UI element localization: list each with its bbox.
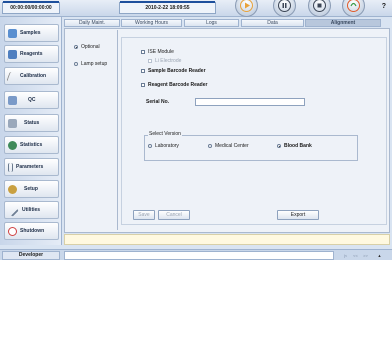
- system-datetime: 2010-2-22 18:09:55: [119, 1, 216, 14]
- sidebar: Samples Reagents Calibration QC Status S…: [0, 17, 62, 245]
- sample-barcode-label: Sample Barcode Reader: [148, 68, 206, 74]
- sidebar-item-label: Reagents: [20, 51, 43, 57]
- serial-no-label: Serial No.: [146, 99, 170, 105]
- li-electrode-checkbox[interactable]: Li Electrode: [148, 58, 181, 64]
- pause-button[interactable]: [273, 0, 296, 17]
- qc-icon: [8, 95, 17, 105]
- optional-label: Optional: [81, 44, 100, 50]
- save-button[interactable]: Save: [133, 210, 155, 220]
- calibration-icon: [6, 71, 19, 81]
- serial-no-input[interactable]: [195, 98, 305, 106]
- reagent-barcode-label: Reagent Barcode Reader: [148, 82, 208, 88]
- top-bar: 00:00:00/00:00:00 2010-2-22 18:09:55 ?: [0, 0, 392, 17]
- parameters-icon: [8, 162, 13, 172]
- sidebar-item-label: Setup: [24, 186, 38, 192]
- stop-button[interactable]: [308, 0, 331, 17]
- medical-center-label: Medical Center: [215, 143, 249, 149]
- sidebar-item-qc[interactable]: QC: [4, 91, 59, 109]
- radio-indicator: [208, 144, 212, 148]
- sidebar-item-utilities[interactable]: Utilities: [4, 201, 59, 219]
- pause-icon: [278, 0, 291, 12]
- sidebar-item-status[interactable]: Status: [4, 114, 59, 132]
- sidebar-item-label: Shutdown: [20, 228, 45, 234]
- radio-indicator: [74, 62, 78, 66]
- setup-icon: [8, 184, 17, 194]
- remaining-time: 00:00:00/00:00:00: [2, 1, 60, 14]
- checkbox-indicator: [141, 83, 145, 87]
- tab-alignment[interactable]: Alignment: [305, 19, 381, 27]
- statistics-icon: [8, 140, 17, 150]
- lamp-setup-radio[interactable]: Lamp setup: [74, 61, 107, 67]
- checkbox-indicator: [141, 69, 145, 73]
- sidebar-item-label: Statistics: [20, 142, 43, 148]
- test-tube-icon: [8, 28, 17, 38]
- emergency-button[interactable]: [342, 0, 365, 17]
- sidebar-item-label: Samples: [20, 30, 41, 36]
- run-button[interactable]: [235, 0, 258, 17]
- tab-data[interactable]: Data: [241, 19, 304, 27]
- status-bar: Developer |< << >> ▲: [0, 249, 392, 260]
- li-electrode-label: Li Electrode: [155, 58, 182, 64]
- play-icon: [240, 0, 253, 12]
- utilities-icon: [6, 203, 19, 217]
- message-strip: [64, 234, 390, 245]
- cancel-button[interactable]: Cancel: [158, 210, 190, 220]
- sidebar-item-setup[interactable]: Setup: [4, 180, 59, 198]
- lamp-setup-label: Lamp setup: [81, 61, 108, 67]
- sidebar-item-parameters[interactable]: Parameters: [4, 158, 59, 176]
- sidebar-item-statistics[interactable]: Statistics: [4, 136, 59, 154]
- tab-working-hours[interactable]: Working Hours: [121, 19, 182, 27]
- sidebar-item-calibration[interactable]: Calibration: [4, 67, 59, 85]
- user-role-label: Developer: [2, 251, 60, 260]
- radio-indicator: [277, 144, 281, 148]
- radio-indicator: [74, 45, 78, 49]
- sidebar-item-label: Utilities: [22, 207, 41, 213]
- section-selector: Optional Lamp setup: [66, 30, 118, 230]
- emergency-icon: [347, 0, 360, 12]
- checkbox-indicator: [141, 50, 145, 54]
- radio-indicator: [148, 144, 152, 148]
- alignment-panel: Optional Lamp setup ISE Module Li Electr…: [64, 28, 390, 233]
- sidebar-item-label: Parameters: [16, 164, 44, 170]
- next-page-icon[interactable]: >>: [361, 252, 370, 259]
- laboratory-label: Laboratory: [155, 143, 179, 149]
- sample-barcode-checkbox[interactable]: Sample Barcode Reader: [141, 68, 206, 74]
- sidebar-item-label: QC: [28, 97, 36, 103]
- first-page-icon[interactable]: |<: [341, 252, 350, 259]
- sidebar-item-label: Status: [24, 120, 40, 126]
- help-button[interactable]: ?: [382, 3, 386, 10]
- status-message: [64, 251, 334, 260]
- sidebar-item-label: Calibration: [20, 73, 47, 79]
- prev-page-icon[interactable]: <<: [351, 252, 360, 259]
- ise-module-label: ISE Module: [148, 49, 174, 55]
- app-window: 00:00:00/00:00:00 2010-2-22 18:09:55 ? S…: [0, 0, 392, 260]
- shutdown-icon: [8, 226, 17, 236]
- optional-radio[interactable]: Optional: [74, 44, 100, 50]
- sidebar-item-samples[interactable]: Samples: [4, 24, 59, 42]
- checkbox-indicator: [148, 59, 152, 63]
- laboratory-radio[interactable]: Laboratory: [148, 143, 179, 149]
- expand-icon[interactable]: ▲: [375, 252, 384, 259]
- medical-center-radio[interactable]: Medical Center: [208, 143, 249, 149]
- tab-logs[interactable]: Logs: [184, 19, 239, 27]
- status-icon: [8, 118, 17, 128]
- export-button[interactable]: Export: [277, 210, 319, 220]
- reagent-barcode-checkbox[interactable]: Reagent Barcode Reader: [141, 82, 207, 88]
- sidebar-item-shutdown[interactable]: Shutdown: [4, 222, 59, 240]
- blood-bank-label: Blood Bank: [284, 143, 312, 149]
- stop-icon: [313, 0, 326, 12]
- tab-daily-maint[interactable]: Daily Maint.: [64, 19, 120, 27]
- blood-bank-radio[interactable]: Blood Bank: [277, 143, 312, 149]
- version-group-title: Select Version: [148, 131, 182, 137]
- sidebar-item-reagents[interactable]: Reagents: [4, 45, 59, 63]
- reagent-rack-icon: [8, 49, 17, 59]
- ise-module-checkbox[interactable]: ISE Module: [141, 49, 174, 55]
